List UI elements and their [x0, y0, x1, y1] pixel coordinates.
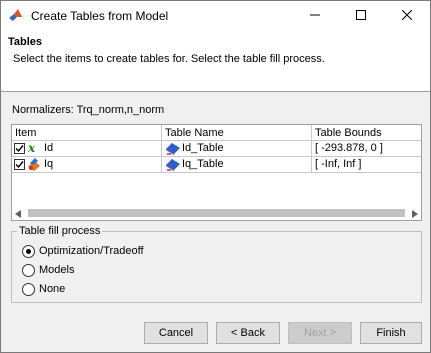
- table-bounds-label: [ -293.878, 0 ]: [315, 142, 383, 154]
- lookup-table-icon: [165, 158, 181, 177]
- items-table[interactable]: Item Table Name Table Bounds x Id Id_Tab…: [11, 124, 422, 221]
- dialog-window: Create Tables from Model Tables Select t…: [0, 0, 431, 353]
- radio-label: None: [39, 283, 66, 295]
- matlab-logo-icon: [9, 9, 25, 23]
- finish-button[interactable]: Finish: [360, 322, 422, 344]
- title-bar: Create Tables from Model: [1, 1, 430, 31]
- radio-button[interactable]: [22, 264, 35, 277]
- radio-models[interactable]: Models: [22, 264, 182, 280]
- horizontal-scrollbar[interactable]: [12, 206, 421, 220]
- model-icon: [26, 157, 42, 177]
- minimize-button[interactable]: [292, 1, 338, 31]
- table-name-label: Id_Table: [182, 142, 224, 154]
- table-row[interactable]: Iq Iq_Table [ -Inf, Inf ]: [12, 157, 421, 173]
- scrollbar-thumb[interactable]: [28, 209, 405, 217]
- close-button[interactable]: [384, 1, 430, 31]
- back-button[interactable]: < Back: [216, 322, 280, 344]
- fill-process-group: Table fill process Optimization/Tradeoff…: [11, 225, 422, 303]
- item-label: Iq: [44, 158, 54, 170]
- maximize-icon: [356, 9, 366, 23]
- column-header-item[interactable]: Item: [12, 125, 162, 141]
- radio-label: Optimization/Tradeoff: [39, 245, 144, 257]
- radio-label: Models: [39, 264, 75, 276]
- radio-none[interactable]: None: [22, 283, 182, 299]
- variable-x-icon: x: [28, 141, 36, 155]
- table-name-label: Iq_Table: [182, 158, 224, 170]
- header-description: Select the items to create tables for. S…: [13, 53, 325, 65]
- table-row[interactable]: x Id Id_Table [ -293.878, 0 ]: [12, 141, 421, 157]
- radio-button[interactable]: [22, 245, 35, 258]
- radio-selected-dot: [26, 249, 31, 254]
- next-button[interactable]: Next >: [288, 322, 352, 344]
- row-checkbox[interactable]: [14, 143, 25, 154]
- radio-optimization-tradeoff[interactable]: Optimization/Tradeoff: [22, 245, 182, 261]
- cancel-button[interactable]: Cancel: [144, 322, 208, 344]
- header-title: Tables: [8, 36, 43, 48]
- close-icon: [401, 9, 413, 23]
- scroll-left-arrow-icon[interactable]: [15, 209, 21, 221]
- column-header-table-bounds[interactable]: Table Bounds: [312, 125, 421, 141]
- radio-button[interactable]: [22, 283, 35, 296]
- window-title: Create Tables from Model: [31, 9, 169, 23]
- column-header-table-name[interactable]: Table Name: [162, 125, 312, 141]
- scroll-right-arrow-icon[interactable]: [412, 209, 418, 221]
- row-checkbox[interactable]: [14, 159, 25, 170]
- normalizers-label: Normalizers: Trq_norm,n_norm: [12, 104, 165, 116]
- fill-process-legend: Table fill process: [17, 225, 103, 237]
- header-panel: Tables Select the items to create tables…: [1, 31, 430, 92]
- maximize-button[interactable]: [338, 1, 384, 31]
- minimize-icon: [310, 10, 320, 23]
- item-label: Id: [44, 142, 54, 154]
- table-bounds-label: [ -Inf, Inf ]: [315, 158, 362, 170]
